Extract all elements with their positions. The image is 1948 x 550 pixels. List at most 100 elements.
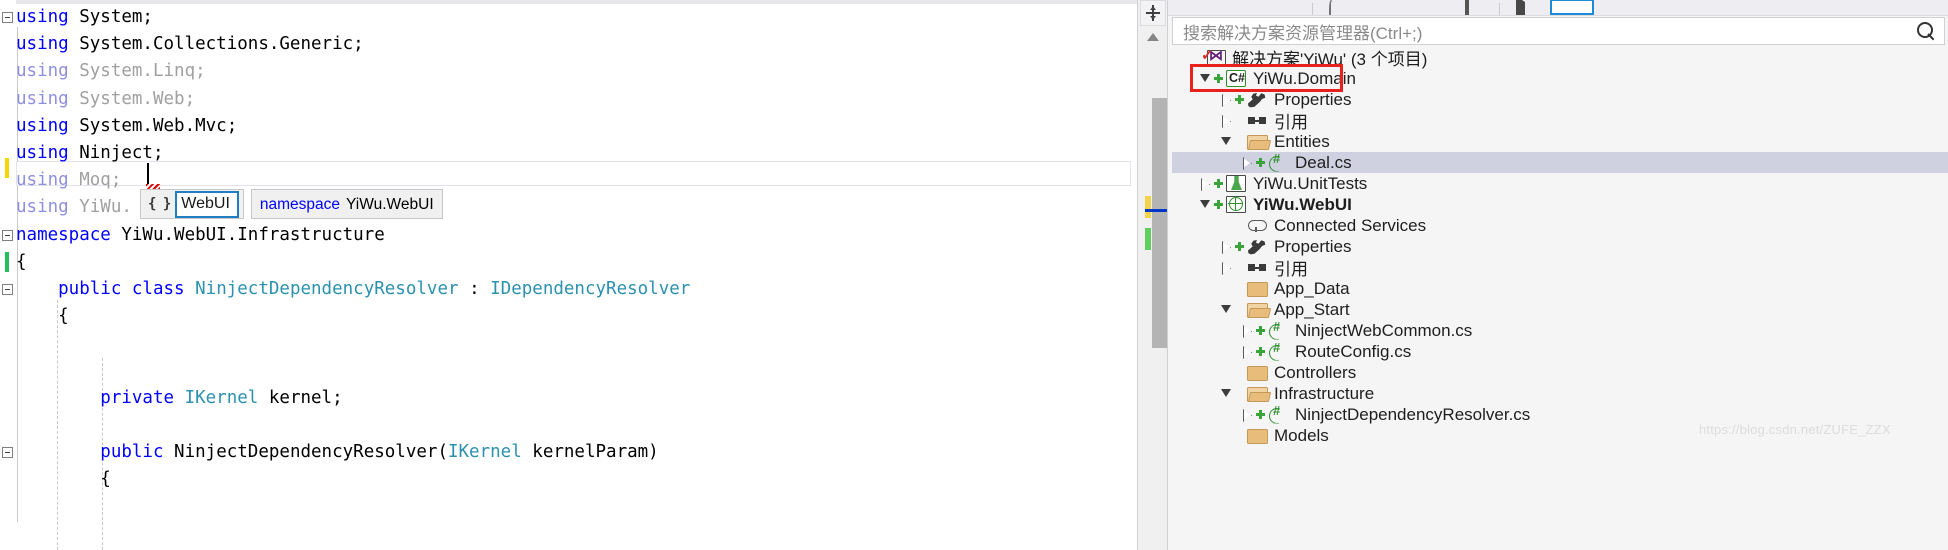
wrench-icon <box>1245 89 1269 110</box>
solution-explorer-panel[interactable]: 搜索解决方案资源管理器(Ctrl+;) ✓ 解决方案'YiWu' (3 个项目) C… <box>1167 0 1948 550</box>
twisty-placeholder <box>1218 425 1234 446</box>
tree-item-yiwu-unittests[interactable]: YiWu.UnitTests <box>1172 173 1948 194</box>
code-line[interactable]: using System.Web.Mvc; <box>0 113 1137 140</box>
solution-tree[interactable]: ✓ 解决方案'YiWu' (3 个项目) C# YiWu.Domain Properti… <box>1172 47 1948 550</box>
properties-icon[interactable] <box>1431 2 1449 15</box>
code-line[interactable]: namespace YiWu.WebUI.Infrastructure <box>0 222 1137 249</box>
code-line[interactable]: public NinjectDependencyResolver(IKernel… <box>0 439 1137 466</box>
tree-item-solution[interactable]: ✓ 解决方案'YiWu' (3 个项目) <box>1172 47 1948 70</box>
split-view-button[interactable] <box>1140 0 1166 26</box>
code-line[interactable]: private IKernel kernel; <box>0 385 1137 412</box>
code-token: kernel; <box>258 387 343 408</box>
code-line[interactable]: using System; <box>0 4 1137 31</box>
collapse-outline-icon[interactable] <box>2 12 13 23</box>
tree-item-label: Deal.cs <box>1295 152 1352 172</box>
chevron-right-icon[interactable] <box>1239 404 1255 425</box>
tree-item-deal-cs[interactable]: # Deal.cs <box>1172 151 1948 173</box>
back-arrow-icon[interactable] <box>1176 2 1194 15</box>
tree-item-label: Properties <box>1274 89 1352 109</box>
tree-item-entities[interactable]: Entities <box>1172 131 1948 152</box>
forward-arrow-icon[interactable] <box>1210 2 1228 15</box>
code-token: YiWu. <box>79 197 132 218</box>
code-token: System.Linq; <box>79 61 206 82</box>
solution-explorer-toolbar[interactable] <box>1168 0 1948 16</box>
intellisense-popup[interactable]: { } WebUI namespace YiWu.WebUI <box>140 189 443 219</box>
code-line[interactable]: public class NinjectDependencyResolver :… <box>0 276 1137 303</box>
code-line[interactable]: { <box>0 249 1137 276</box>
tree-item-yiwu-domain[interactable]: C# YiWu.Domain <box>1172 68 1948 89</box>
tooltip-keyword: namespace <box>259 195 341 213</box>
code-line[interactable]: using Ninject; <box>0 140 1137 167</box>
code-line[interactable]: { <box>0 303 1137 330</box>
refresh-icon[interactable] <box>1329 0 1347 15</box>
folder-open-icon <box>1245 131 1269 152</box>
tree-item-yiwu-webui[interactable]: YiWu.WebUI <box>1172 194 1948 215</box>
chevron-right-icon[interactable] <box>1218 89 1234 110</box>
pending-changes-filter-icon[interactable] <box>1516 0 1534 15</box>
scroll-up-button[interactable] <box>1142 28 1163 46</box>
tree-item-app-data[interactable]: App_Data <box>1172 278 1948 299</box>
chevron-down-icon[interactable] <box>1218 299 1234 320</box>
scrollbar-thumb[interactable] <box>1152 98 1168 348</box>
pending-add-icon <box>1213 68 1224 89</box>
chevron-right-icon[interactable] <box>1218 110 1234 131</box>
completion-item-webui[interactable]: WebUI <box>175 190 239 218</box>
tree-item-label: Models <box>1274 425 1329 445</box>
chevron-down-icon[interactable] <box>1197 68 1213 89</box>
tree-item-ninject-web[interactable]: # NinjectWebCommon.cs <box>1172 319 1948 341</box>
chevron-right-icon[interactable] <box>1218 236 1234 257</box>
chevron-down-icon[interactable] <box>1218 131 1234 152</box>
chevron-right-icon[interactable] <box>1239 341 1255 362</box>
toolbar-separator-2 <box>1499 3 1500 15</box>
chevron-down-icon[interactable] <box>1218 383 1234 404</box>
wrench-icon <box>1245 236 1269 257</box>
code-line[interactable]: using System.Web; <box>0 86 1137 113</box>
namespace-braces-icon: { } <box>148 196 171 212</box>
tree-item-route-config[interactable]: # RouteConfig.cs <box>1172 340 1948 362</box>
chevron-right-icon[interactable] <box>1197 173 1213 194</box>
scrollbar-track[interactable] <box>1145 48 1177 550</box>
code-line[interactable]: using System.Collections.Generic; <box>0 31 1137 58</box>
tree-item-webui-props[interactable]: Properties <box>1172 236 1948 257</box>
show-all-files-icon[interactable] <box>1397 2 1415 15</box>
collapse-all-icon[interactable] <box>1363 2 1381 15</box>
chevron-right-icon[interactable] <box>1239 152 1255 173</box>
tree-item-webui-refs[interactable]: 引用 <box>1172 257 1948 279</box>
tree-item-controllers[interactable]: Controllers <box>1172 362 1948 383</box>
tree-item-infrastructure[interactable]: Infrastructure <box>1172 383 1948 404</box>
code-token: NinjectDependencyResolver( <box>174 442 448 462</box>
toolbar-selected-button[interactable] <box>1550 0 1594 15</box>
code-text[interactable]: using System; using System.Collections.Ge… <box>0 4 1137 550</box>
collapse-outline-icon[interactable] <box>2 447 13 458</box>
code-editor[interactable]: using System; using System.Collections.Ge… <box>0 0 1137 550</box>
tree-item-domain-refs[interactable]: 引用 <box>1172 110 1948 132</box>
preview-selected-items-icon[interactable] <box>1465 0 1483 15</box>
chevron-down-icon[interactable] <box>1197 194 1213 215</box>
collapse-outline-icon[interactable] <box>2 283 13 295</box>
code-line[interactable]: using System.Linq; <box>0 58 1137 85</box>
code-token: System.Collections.Generic; <box>79 34 364 55</box>
collapse-outline-icon[interactable] <box>2 229 13 241</box>
code-line[interactable] <box>0 357 1137 384</box>
code-token: public <box>16 442 175 462</box>
home-icon[interactable] <box>1244 2 1262 15</box>
sync-with-active-document-icon[interactable] <box>1278 2 1296 15</box>
tree-item-app-start[interactable]: App_Start <box>1172 299 1948 320</box>
search-icon[interactable] <box>1916 21 1936 41</box>
tree-item-domain-props[interactable]: Properties <box>1172 89 1948 110</box>
code-line[interactable]: { <box>0 466 1137 493</box>
editor-vertical-scrollbar-column[interactable] <box>1137 0 1177 550</box>
split-view-icon <box>1146 5 1160 21</box>
code-line[interactable] <box>0 412 1137 439</box>
twisty-placeholder <box>1218 215 1234 236</box>
pending-add-icon <box>1255 152 1266 173</box>
chevron-right-icon[interactable] <box>1239 320 1255 341</box>
chevron-right-icon[interactable] <box>1218 257 1234 278</box>
search-input[interactable]: 搜索解决方案资源管理器(Ctrl+;) <box>1183 19 1916 44</box>
tree-item-connected-svc[interactable]: Connected Services <box>1172 215 1948 236</box>
folder-open-icon <box>1245 299 1269 320</box>
search-box[interactable]: 搜索解决方案资源管理器(Ctrl+;) <box>1172 17 1945 45</box>
tree-item-label: NinjectWebCommon.cs <box>1295 320 1473 340</box>
completion-list[interactable]: { } WebUI <box>140 189 244 219</box>
code-line[interactable] <box>0 330 1137 357</box>
